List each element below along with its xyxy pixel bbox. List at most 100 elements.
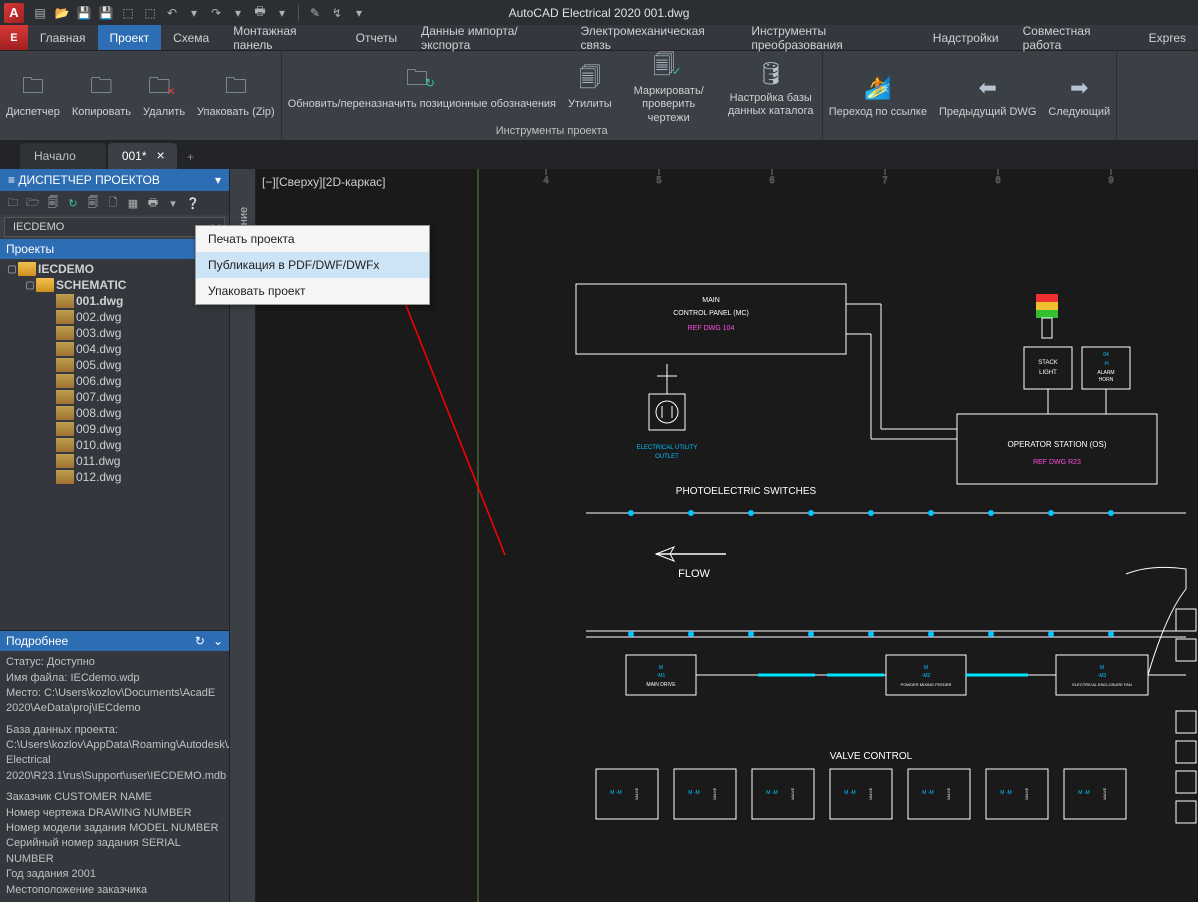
tb-open-icon[interactable]: 🗁	[24, 194, 42, 212]
doc-tab-start[interactable]: Начало	[20, 143, 106, 169]
tb-list-icon[interactable]: 🗐	[44, 194, 62, 212]
tb-pub-icon[interactable]: 🖶	[144, 194, 162, 212]
tb-drop-icon[interactable]: ▾	[164, 194, 182, 212]
utilities-button[interactable]: 🗐Утилиты	[562, 53, 618, 123]
detail-status: Статус: Доступно	[6, 655, 223, 670]
svg-text:ELECTRICAL UTILITY: ELECTRICAL UTILITY	[637, 445, 698, 451]
tab-electromech[interactable]: Электромеханическая связь	[568, 25, 739, 50]
next-dwg-button[interactable]: ➡Следующий	[1042, 61, 1116, 131]
tab-home[interactable]: Главная	[28, 25, 98, 50]
qat-extra1-icon[interactable]: ✎	[305, 3, 325, 23]
svg-text:M: M	[924, 665, 928, 671]
qat-print-icon[interactable]: 🖶	[250, 3, 270, 23]
qat-undo-icon[interactable]: ↶	[162, 3, 182, 23]
qat-dropdown2-icon[interactable]: ▾	[228, 3, 248, 23]
tb-add-icon[interactable]: 🗋	[104, 194, 122, 212]
tb-util-icon[interactable]: 🗐	[84, 194, 102, 212]
arrow-right-icon: ➡	[1063, 72, 1095, 104]
tree-root[interactable]: ▢IECDEMO	[2, 261, 227, 277]
tree-file[interactable]: 004.dwg	[2, 341, 227, 357]
zip-button[interactable]: 🗀Упаковать (Zip)	[191, 61, 281, 131]
tree-file[interactable]: 006.dwg	[2, 373, 227, 389]
details-collapse-icon[interactable]: ⌄	[213, 634, 223, 648]
svg-text:-M1: -M1	[657, 673, 666, 679]
detail-drawing-no: Номер чертежа DRAWING NUMBER	[6, 806, 223, 821]
tab-reports[interactable]: Отчеты	[344, 25, 409, 50]
svg-text:OPERATOR STATION (OS): OPERATOR STATION (OS)	[1008, 440, 1107, 449]
qat-save-icon[interactable]: 💾	[74, 3, 94, 23]
qat-open-icon[interactable]: 📂	[52, 3, 72, 23]
qat-cloud-open-icon[interactable]: ⬚	[118, 3, 138, 23]
svg-text:M -M: M -M	[1000, 790, 1011, 796]
tb-refresh-icon[interactable]: ↻	[64, 194, 82, 212]
main-area: ≡ ДИСПЕТЧЕР ПРОЕКТОВ ▾ 🗀 🗁 🗐 ↻ 🗐 🗋 ▦ 🖶 ▾…	[0, 169, 1198, 902]
surf-link-button[interactable]: 🏄Переход по ссылке	[823, 61, 933, 131]
qat-redo-icon[interactable]: ↷	[206, 3, 226, 23]
copy-button[interactable]: 🗀Копировать	[66, 61, 137, 131]
svg-text:M -M: M -M	[844, 790, 855, 796]
tree-file[interactable]: 005.dwg	[2, 357, 227, 373]
svg-text:POWDER MIXING FEEDER: POWDER MIXING FEEDER	[901, 682, 952, 687]
tree-file[interactable]: 001.dwg	[2, 293, 227, 309]
mark-verify-button[interactable]: 🗐✓Маркировать/проверить чертежи	[618, 53, 720, 123]
qat-cloud-save-icon[interactable]: ⬚	[140, 3, 160, 23]
viewport-label[interactable]: [−][Сверху][2D-каркас]	[262, 175, 386, 189]
detail-loc: Местоположение заказчика	[6, 883, 223, 898]
tree-file[interactable]: 009.dwg	[2, 421, 227, 437]
tab-project[interactable]: Проект	[98, 25, 162, 50]
sidebar-title: ≡ ДИСПЕТЧЕР ПРОЕКТОВ ▾	[0, 169, 229, 191]
tree-file[interactable]: 007.dwg	[2, 389, 227, 405]
tab-collab[interactable]: Совместная работа	[1011, 25, 1137, 50]
tree-folder-schematic[interactable]: ▢SCHEMATIC	[2, 277, 227, 293]
doc-tab-001[interactable]: 001*×	[108, 143, 177, 169]
svg-text:VALVE: VALVE	[1102, 788, 1107, 801]
svg-text:VALVE CONTROL: VALVE CONTROL	[830, 751, 913, 762]
tb-new-icon[interactable]: 🗀	[4, 194, 22, 212]
qat-new-icon[interactable]: ▤	[30, 3, 50, 23]
tb-help-icon[interactable]: ❔	[184, 194, 202, 212]
tree-file[interactable]: 012.dwg	[2, 469, 227, 485]
project-select[interactable]: IECDEMO	[4, 217, 225, 237]
catalog-db-button[interactable]: 🛢Настройка базы данных каталога	[720, 53, 822, 123]
tab-scheme[interactable]: Схема	[161, 25, 221, 50]
qat-extra2-icon[interactable]: ↯	[327, 3, 347, 23]
tab-addins[interactable]: Надстройки	[921, 25, 1011, 50]
app-menu-button[interactable]: E	[0, 25, 28, 50]
tab-panel[interactable]: Монтажная панель	[221, 25, 343, 50]
tree-file[interactable]: 002.dwg	[2, 309, 227, 325]
dispatcher-button[interactable]: 🗀Диспетчер	[0, 61, 66, 131]
tab-conversion[interactable]: Инструменты преобразования	[739, 25, 920, 50]
detail-db: База данных проекта: C:\Users\kozlov\App…	[6, 723, 223, 785]
menu-print-project[interactable]: Печать проекта	[196, 226, 429, 252]
qat-dropdown3-icon[interactable]: ▾	[272, 3, 292, 23]
project-tree[interactable]: ▢IECDEMO ▢SCHEMATIC 001.dwg002.dwg003.dw…	[0, 259, 229, 630]
svg-text:REF DWG 104: REF DWG 104	[688, 325, 735, 332]
tree-file[interactable]: 008.dwg	[2, 405, 227, 421]
folder-icon: 🗀	[17, 72, 49, 104]
svg-text:ELECTRICAL ENCLOSURE FAN: ELECTRICAL ENCLOSURE FAN	[1072, 682, 1132, 687]
tree-file[interactable]: 003.dwg	[2, 325, 227, 341]
tab-express[interactable]: Expres	[1137, 25, 1198, 50]
close-icon[interactable]: ×	[157, 150, 169, 162]
delete-button[interactable]: 🗀✕Удалить	[137, 61, 191, 131]
folder-zip-icon: 🗀	[220, 72, 252, 104]
app-icon[interactable]: A	[4, 3, 24, 23]
menu-publish-pdf[interactable]: Публикация в PDF/DWF/DWFx	[196, 252, 429, 278]
svg-text:OUTLET: OUTLET	[655, 454, 679, 460]
sidebar-chevron-icon[interactable]: ▾	[215, 173, 221, 187]
add-tab-button[interactable]: +	[179, 145, 203, 169]
context-menu: Печать проекта Публикация в PDF/DWF/DWFx…	[195, 225, 430, 305]
qat-saveas-icon[interactable]: 💾	[96, 3, 116, 23]
menu-pack-project[interactable]: Упаковать проект	[196, 278, 429, 304]
svg-text:M -M: M -M	[688, 790, 699, 796]
tab-import-export[interactable]: Данные импорта/экспорта	[409, 25, 568, 50]
refresh-tags-button[interactable]: 🗀↻Обновить/переназначить позиционные обо…	[282, 53, 562, 123]
details-refresh-icon[interactable]: ↻	[195, 634, 205, 648]
detail-location: Место: C:\Users\kozlov\Documents\AcadE 2…	[6, 686, 223, 717]
qat-dropdown-icon[interactable]: ▾	[184, 3, 204, 23]
prev-dwg-button[interactable]: ⬅Предыдущий DWG	[933, 61, 1042, 131]
qat-more-icon[interactable]: ▾	[349, 3, 369, 23]
tree-file[interactable]: 011.dwg	[2, 453, 227, 469]
tb-task-icon[interactable]: ▦	[124, 194, 142, 212]
tree-file[interactable]: 010.dwg	[2, 437, 227, 453]
